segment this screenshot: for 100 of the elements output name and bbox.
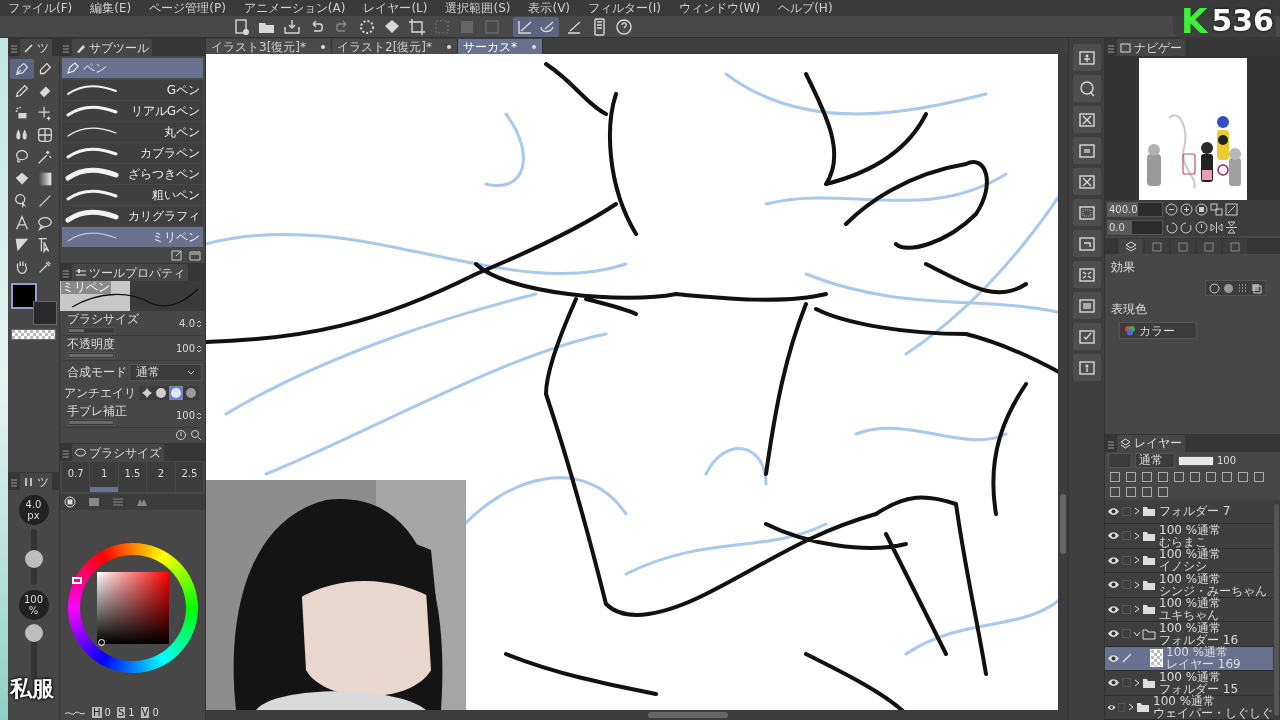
eye-icon[interactable] [1107,555,1120,565]
layer-tool-icon[interactable] [1189,471,1201,483]
panel-tab[interactable]: ツ [20,473,52,490]
transparent-color-swatch[interactable] [11,329,56,340]
flip-vertical-icon[interactable] [1225,220,1238,234]
search-icon[interactable] [190,429,202,441]
canvas-tab[interactable]: イラスト2[復元]* [332,39,458,54]
crop-icon[interactable] [407,16,427,37]
side-panel-button[interactable] [1072,168,1101,195]
subtool-item[interactable]: カブラペン [62,143,203,163]
layer-tool-icon[interactable] [1205,471,1217,483]
value-slider[interactable]: 400.0 [1107,201,1163,217]
fit-icon[interactable] [1210,202,1223,216]
subtool-item[interactable]: カリグラフィ [62,206,203,226]
help-icon[interactable] [614,16,634,37]
hue-marker[interactable] [71,576,82,584]
value-slider[interactable]: 0.0 [1107,219,1163,235]
value-spinner[interactable]: 100 [149,341,202,356]
blend-mode-dropdown[interactable]: 通常 [129,363,202,381]
layer-tool-icon[interactable] [1125,486,1137,498]
color-circle-tab-icon[interactable] [64,496,76,508]
layer-tool-icon[interactable] [1109,471,1121,483]
spinner-arrows-icon[interactable] [196,343,202,354]
chevron-right-icon[interactable] [1133,555,1141,566]
layer-tool-icon[interactable] [1141,471,1153,483]
clock-icon[interactable] [175,429,187,441]
panel-tab[interactable]: サブツール [72,39,152,56]
side-panel-button[interactable] [1072,44,1101,71]
eye-icon[interactable] [1107,604,1120,614]
menu-item[interactable]: ウィンドウ(W) [678,1,761,15]
menu-item[interactable]: レイヤー(L) [363,1,428,15]
menu-item[interactable]: ファイル(F) [8,1,73,15]
brush-size-option[interactable]: 0.7 [62,462,90,492]
slider-thumb[interactable] [24,624,43,642]
opacity-slider[interactable] [1178,455,1214,466]
subtool-item[interactable]: ざらつきペン [62,164,203,184]
side-panel-button[interactable] [1072,106,1101,133]
side-panel-button[interactable] [1072,137,1101,164]
side-panel-button[interactable] [1072,199,1101,226]
side-panel-button[interactable] [1072,292,1101,319]
eye-icon[interactable] [1107,678,1120,688]
color-mode-dropdown[interactable]: カラー [1119,322,1197,339]
chevron-right-icon[interactable] [1127,702,1135,713]
eye-icon[interactable] [1107,531,1120,541]
zoom-out-icon[interactable] [1165,202,1178,216]
menu-item[interactable]: ページ管理(P) [149,1,226,15]
subtool-item[interactable]: 粗いペン [62,185,203,205]
chevron-right-icon[interactable] [1133,530,1141,541]
layer-row[interactable]: 100 %通常 フォルダー 16 [1105,622,1273,647]
side-panel-button[interactable] [1072,75,1101,102]
layer-row[interactable]: 100 %通常 イノシシ [1105,548,1273,573]
layer-tool-icon[interactable] [1125,471,1137,483]
side-panel-button[interactable] [1072,323,1101,350]
opacity-value[interactable]: 100 [1217,453,1237,468]
subtool-item[interactable]: リアルGペン [62,101,203,121]
menu-item[interactable]: ヘルプ(H) [778,1,833,15]
layer-row[interactable]: 100 %通常 むらまこ [1105,524,1273,549]
copy-icon[interactable] [170,248,184,262]
layer-row[interactable]: 100 %通常 ユキちゃん [1105,597,1273,622]
brush-size-option[interactable]: 2 [147,462,175,492]
sub-color-swatch[interactable] [33,301,57,325]
main-color-swatch[interactable] [11,283,37,309]
trash-icon[interactable] [188,248,202,262]
layer-tool-icon[interactable] [1141,486,1153,498]
reset-rotation-icon[interactable] [1195,220,1208,234]
subtool-group[interactable]: ペン [62,58,203,78]
chevron-right-icon[interactable] [1133,506,1141,517]
brush-size-option[interactable]: 2.5 [175,462,204,492]
effect-buttons[interactable] [1205,280,1266,296]
zoom-in-icon[interactable] [1180,202,1193,216]
layer-tool-icon[interactable] [1237,471,1249,483]
panel-tab[interactable]: ナビゲー [1117,39,1185,56]
menu-item[interactable]: 表示(V) [528,1,571,15]
layer-color-dropdown[interactable] [1108,453,1132,468]
menu-item[interactable]: 編集(E) [90,1,132,15]
brush-size-option[interactable]: 1.5 [118,462,147,492]
tool-button[interactable] [10,59,34,79]
expand-icon[interactable] [1225,202,1238,216]
eye-icon[interactable] [1107,653,1120,663]
eye-icon[interactable] [1107,629,1120,639]
layer-row[interactable]: フォルダー 7 [1105,499,1273,524]
side-panel-button[interactable] [1072,230,1101,257]
side-panel-button[interactable] [1072,354,1101,381]
rotate-left-icon[interactable] [1165,220,1178,234]
spinner-arrows-icon[interactable] [196,410,202,421]
canvas-tab[interactable]: サーカス* [458,39,543,54]
panel-tab[interactable]: レイヤー [1117,434,1185,452]
menu-item[interactable]: 選択範囲(S) [445,1,511,15]
layer-row[interactable]: 100 %通常 ウェイパー・しぐしぐ [1105,695,1273,720]
menu-item[interactable]: アニメーション(A) [243,1,346,15]
subtool-item[interactable]: ミリペン [62,227,203,247]
menu-item[interactable]: フィルター(I) [588,1,661,15]
spinner-arrows-icon[interactable] [196,318,202,329]
antialias-selector[interactable] [139,386,199,400]
new-file-icon[interactable] [232,16,252,37]
side-panel-button[interactable] [1072,261,1101,288]
eye-icon[interactable] [1107,506,1120,516]
layer-tool-icon[interactable] [1157,471,1169,483]
color-set-tab-icon[interactable] [112,496,124,508]
brush-size-option[interactable]: 1 [90,462,118,492]
